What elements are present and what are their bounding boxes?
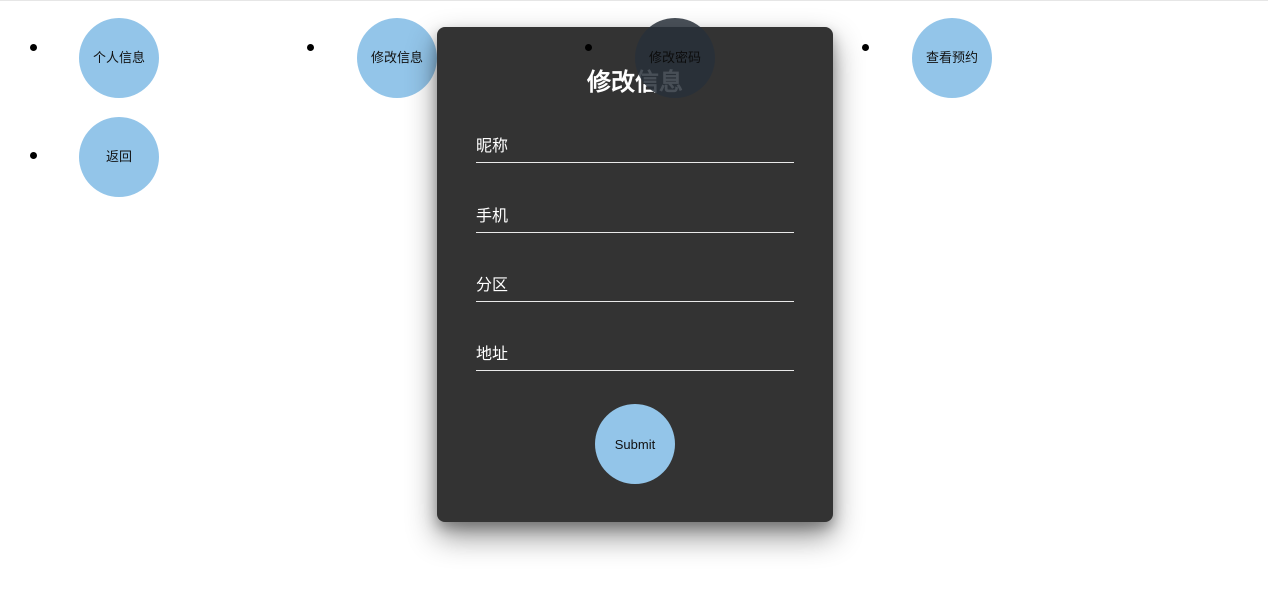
list-bullet (30, 44, 37, 51)
top-divider (0, 0, 1268, 1)
address-field[interactable]: 地址 (476, 340, 794, 371)
nav-edit-info-button[interactable]: 修改信息 (357, 18, 437, 98)
list-bullet (307, 44, 314, 51)
phone-label: 手机 (476, 206, 509, 225)
address-label: 地址 (476, 344, 509, 363)
list-bullet (585, 44, 592, 51)
nickname-field[interactable]: 昵称 (476, 132, 794, 163)
nav-view-appointments-button[interactable]: 查看预约 (912, 18, 992, 98)
district-label: 分区 (476, 275, 509, 294)
nickname-label: 昵称 (476, 136, 509, 155)
phone-field[interactable]: 手机 (476, 202, 794, 233)
edit-info-modal: 修改信息 昵称 手机 分区 地址 Submit (437, 27, 833, 522)
submit-button[interactable]: Submit (595, 404, 675, 484)
list-bullet (30, 152, 37, 159)
nav-back-button[interactable]: 返回 (79, 117, 159, 197)
modal-title: 修改信息 (587, 68, 683, 96)
district-field[interactable]: 分区 (476, 271, 794, 302)
nav-personal-info-button[interactable]: 个人信息 (79, 18, 159, 98)
list-bullet (862, 44, 869, 51)
